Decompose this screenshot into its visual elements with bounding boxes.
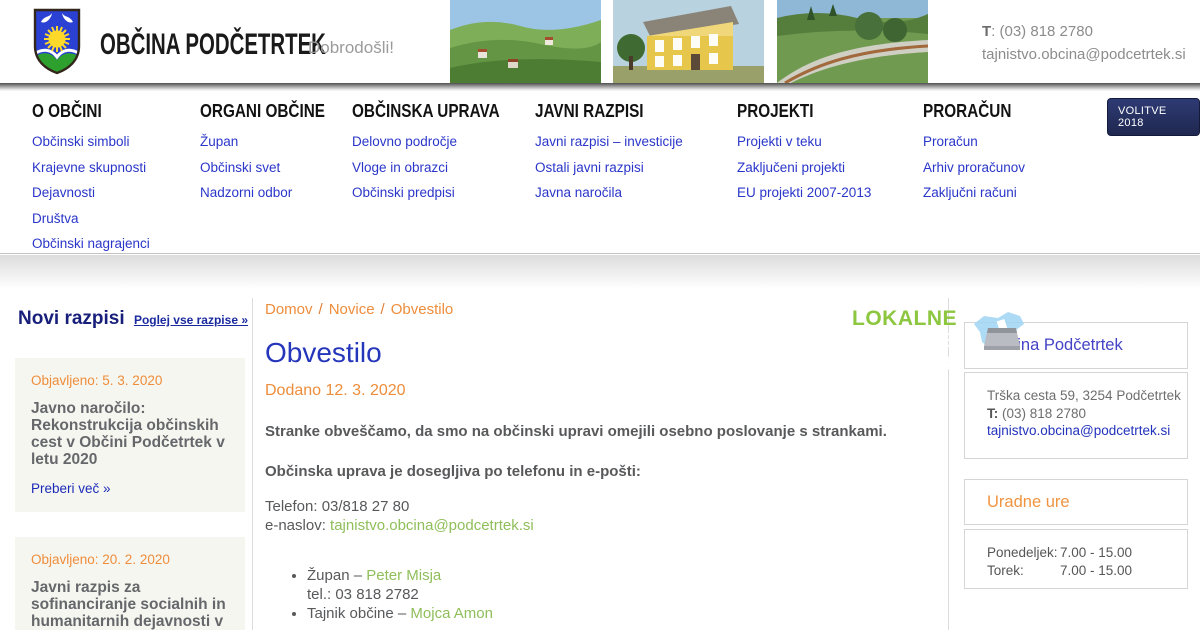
header: OBČINA PODČETRTEK Dobrodošli! T: (03) 81… — [0, 0, 1200, 83]
main-content: Domov / Novice / Obvestilo Obvestilo Dodano … — [265, 301, 940, 623]
news-published-date: Objavljeno: 20. 2. 2020 — [31, 552, 170, 567]
nav-link[interactable]: Občinski simboli — [32, 134, 150, 149]
header-contact: T: (03) 818 2780 tajnistvo.obcina@podcet… — [982, 20, 1186, 66]
breadcrumb-current: Obvestilo — [390, 301, 454, 318]
office-hours-content: Ponedeljek: 7.00 - 15.00 Torek: 7.00 - 1… — [964, 529, 1188, 589]
address-line: Trška cesta 59, 3254 Podčetrtek — [987, 388, 1181, 403]
phone-email-lines: Telefon: 03/818 27 80 e-naslov: tajnistv… — [265, 497, 940, 535]
nav-column-proracun: PRORAČUN Proračun Arhiv proračunov Zaklj… — [923, 101, 1027, 211]
nav-column-obcinska-uprava: OBČINSKA UPRAVA Delovno področje Vloge i… — [352, 101, 526, 211]
nav-heading[interactable]: OBČINSKA UPRAVA — [352, 101, 500, 122]
email-line: e-naslov: tajnistvo.obcina@podcetrtek.si — [265, 517, 534, 534]
header-shadow — [0, 83, 1200, 91]
news-title: Javni razpis za sofinanciranje socialnih… — [31, 579, 226, 630]
news-published-date: Objavljeno: 5. 3. 2020 — [31, 373, 163, 388]
phone-line: T: (03) 818 2780 — [987, 405, 1087, 421]
nav-link[interactable]: Proračun — [923, 134, 1027, 149]
main-navigation: O OBČINI Občinski simboli Krajevne skupn… — [0, 91, 1200, 254]
nav-fade-band — [0, 255, 1200, 289]
nav-link[interactable]: Projekti v teku — [737, 134, 871, 149]
nav-link[interactable]: Krajevne skupnosti — [32, 160, 150, 175]
nav-link[interactable]: Občinski predpisi — [352, 185, 526, 200]
office-hours-heading: Uradne ure — [964, 479, 1188, 525]
nav-link[interactable]: Javna naročila — [535, 185, 683, 200]
nav-link[interactable]: Občinski nagrajenci — [32, 236, 150, 251]
sidebar-new-tenders: Novi razpisi Poglej vse razpise » Objavl… — [15, 308, 252, 630]
page-title: Obvestilo — [265, 337, 382, 368]
news-title: Javno naročilo: Rekonstrukcija občinskih… — [31, 400, 225, 468]
nav-link[interactable]: Občinski svet — [200, 160, 347, 175]
hours-row: Torek: 7.00 - 15.00 — [987, 563, 1133, 578]
page: OBČINA PODČETRTEK Dobrodošli! T: (03) 81… — [0, 0, 1200, 630]
contact-list: Župan – Peter Misja tel.: 03 818 2782 Ta… — [307, 566, 940, 623]
header-email[interactable]: tajnistvo.obcina@podcetrtek.si — [982, 43, 1186, 66]
hours-row: Ponedeljek: 7.00 - 15.00 — [987, 545, 1133, 560]
nav-heading[interactable]: ORGANI OBČINE — [200, 101, 325, 122]
nav-heading[interactable]: O OBČINI — [32, 101, 102, 122]
breadcrumb-separator: / — [318, 301, 323, 318]
nav-column-o-obcini: O OBČINI Občinski simboli Krajevne skupn… — [32, 101, 150, 262]
read-more-link[interactable]: Preberi več » — [31, 481, 111, 496]
municipality-box-content: Trška cesta 59, 3254 Podčetrtek T: (03) … — [964, 372, 1188, 459]
nav-link[interactable]: Javni razpisi – investicije — [535, 134, 683, 149]
nav-column-projekti: PROJEKTI Projekti v teku Zaključeni proj… — [737, 101, 871, 211]
header-photo-building — [613, 0, 764, 83]
nav-link[interactable]: Nadzorni odbor — [200, 185, 347, 200]
left-divider — [252, 298, 253, 630]
notice-paragraph-2: Občinska uprava je dosegljiva po telefon… — [265, 463, 641, 480]
nav-link[interactable]: Arhiv proračunov — [923, 160, 1027, 175]
nav-link[interactable]: Delovno področje — [352, 134, 526, 149]
list-item: Tajnik občine – Mojca Amon — [307, 604, 940, 623]
nav-link[interactable]: Župan — [200, 134, 347, 149]
sidebar-email-link[interactable]: tajnistvo.obcina@podcetrtek.si — [987, 423, 1170, 438]
welcome-text: Dobrodošli! — [308, 38, 394, 57]
mayor-phone: tel.: 03 818 2782 — [307, 586, 419, 603]
mayor-link[interactable]: Peter Misja — [366, 567, 441, 584]
nav-heading[interactable]: PRORAČUN — [923, 101, 1011, 122]
nav-column-javni-razpisi: JAVNI RAZPISI Javni razpisi – investicij… — [535, 101, 683, 211]
content-email-link[interactable]: tajnistvo.obcina@podcetrtek.si — [330, 517, 534, 534]
phone-line: Telefon: 03/818 27 80 — [265, 498, 410, 515]
news-card[interactable]: Objavljeno: 5. 3. 2020 Javno naročilo: R… — [15, 358, 245, 512]
nav-link[interactable]: Društva — [32, 211, 150, 226]
news-card[interactable]: Objavljeno: 20. 2. 2020 Javni razpis za … — [15, 537, 245, 630]
sidebar-right: LOKALNE VOLITVE 2018 Občina Podčetrtek T… — [852, 304, 1188, 589]
notice-paragraph-1: Stranke obveščamo, da smo na občinski up… — [265, 423, 887, 440]
view-all-tenders-link[interactable]: Poglej vse razpise » — [134, 313, 248, 327]
nav-column-organi-obcine: ORGANI OBČINE Župan Občinski svet Nadzor… — [200, 101, 347, 211]
nav-link[interactable]: Zaključni računi — [923, 185, 1027, 200]
breadcrumb-home-link[interactable]: Domov — [265, 301, 313, 318]
added-date: Dodano 12. 3. 2020 — [265, 382, 406, 399]
header-photo-road — [777, 0, 928, 83]
secretary-link[interactable]: Mojca Amon — [410, 605, 493, 622]
nav-link[interactable]: Vloge in obrazci — [352, 160, 526, 175]
municipality-coat-of-arms-icon[interactable] — [33, 8, 81, 75]
nav-heading[interactable]: JAVNI RAZPISI — [535, 101, 644, 122]
new-tenders-title: Novi razpisi — [18, 308, 125, 329]
nav-link[interactable]: Ostali javni razpisi — [535, 160, 683, 175]
header-photo-hillside — [450, 0, 601, 83]
nav-link[interactable]: EU projekti 2007-2013 — [737, 185, 871, 200]
breadcrumb-news-link[interactable]: Novice — [329, 301, 375, 318]
breadcrumb-separator: / — [380, 301, 385, 318]
breadcrumb: Domov / Novice / Obvestilo — [265, 301, 940, 318]
nav-link[interactable]: Zaključeni projekti — [737, 160, 871, 175]
list-item: Župan – Peter Misja tel.: 03 818 2782 — [307, 566, 940, 604]
site-title[interactable]: OBČINA PODČETRTEK — [100, 28, 326, 62]
volitve-2018-button[interactable]: VOLITVE 2018 — [1107, 98, 1200, 136]
header-phone: T: (03) 818 2780 — [982, 23, 1093, 40]
nav-link[interactable]: Dejavnosti — [32, 185, 150, 200]
nav-heading[interactable]: PROJEKTI — [737, 101, 814, 122]
